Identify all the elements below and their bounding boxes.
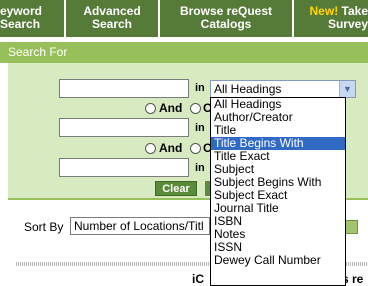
search-term-input-1[interactable] xyxy=(59,79,189,98)
or-radio-1[interactable] xyxy=(190,103,201,114)
and-label-1: And xyxy=(159,101,183,115)
tab-browse-catalogs[interactable]: Browse reQuest Catalogs xyxy=(160,0,292,37)
dropdown-option-dewey-call-number[interactable]: Dewey Call Number xyxy=(211,254,345,267)
or-label-2: C xyxy=(203,141,210,155)
top-nav: eyword Search Advanced Search Browse reQ… xyxy=(0,0,368,38)
tab-label-line2: Search xyxy=(91,17,133,31)
chevron-down-icon[interactable]: ▼ xyxy=(339,81,355,97)
sort-select[interactable]: Number of Locations/Titl xyxy=(70,217,210,235)
tab-take-survey[interactable]: New! Take Survey xyxy=(294,0,368,37)
and-radio-2[interactable] xyxy=(145,143,156,154)
clear-button[interactable]: Clear xyxy=(155,181,197,196)
and-radio-1[interactable] xyxy=(145,103,156,114)
search-for-heading: Search For xyxy=(0,42,368,63)
field-select-value: All Headings xyxy=(214,82,282,96)
tab-label-line1: Take xyxy=(341,4,368,18)
field-dropdown-list: All Headings Author/Creator Title Title … xyxy=(210,97,346,286)
and-label-2: And xyxy=(159,141,183,155)
tab-keyword-search[interactable]: eyword Search xyxy=(0,0,64,37)
tab-label-line2: Survey xyxy=(327,17,368,31)
in-label-3: in xyxy=(195,162,205,174)
in-label-1: in xyxy=(195,82,205,94)
tab-label-line2: Search xyxy=(0,17,41,31)
search-term-input-2[interactable] xyxy=(59,118,189,137)
footer-text-left: iC xyxy=(192,272,204,286)
search-term-input-3[interactable] xyxy=(59,158,189,177)
in-label-2: in xyxy=(195,122,205,134)
or-radio-2[interactable] xyxy=(190,143,201,154)
sort-by-label: Sort By xyxy=(24,220,64,234)
field-select[interactable]: All Headings ▼ xyxy=(210,80,356,98)
tab-label-line2: Catalogs xyxy=(200,17,252,31)
or-label-1: C xyxy=(203,101,210,115)
tab-advanced-search[interactable]: Advanced Search xyxy=(66,0,158,37)
new-badge: New! xyxy=(309,4,339,18)
